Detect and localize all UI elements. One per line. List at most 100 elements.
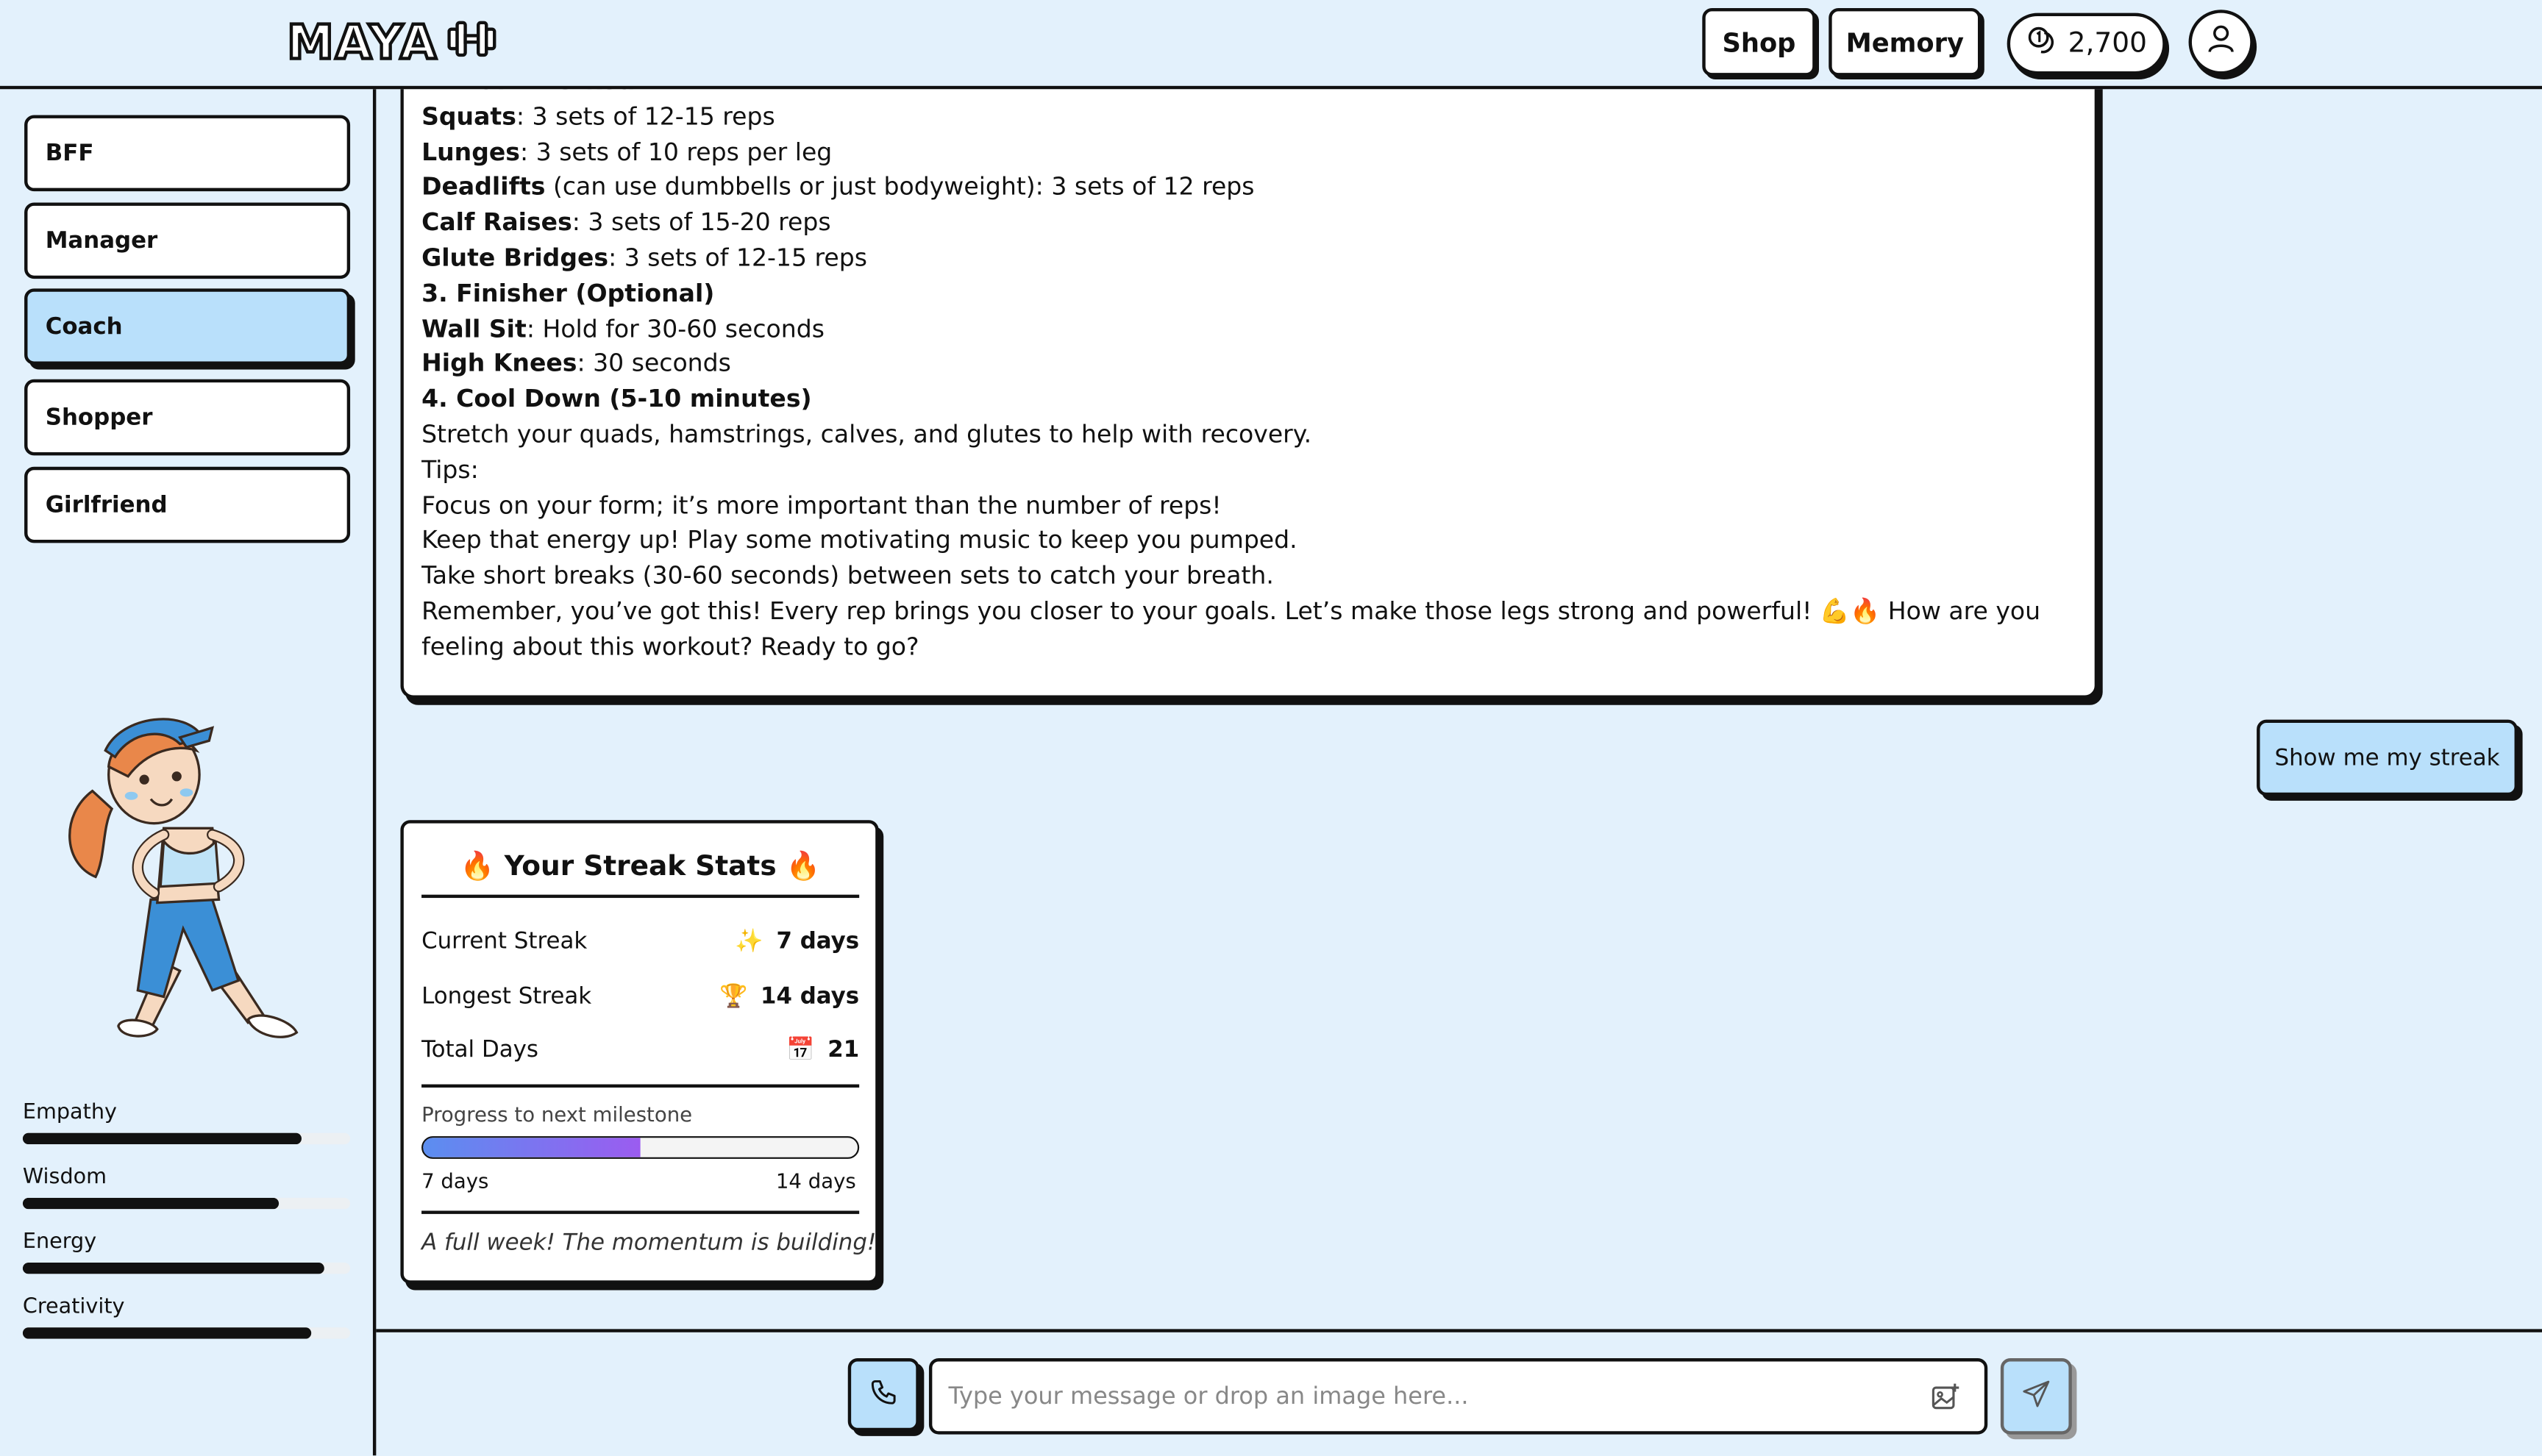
fire-icon: 🔥 <box>786 851 821 884</box>
phone-icon <box>869 1377 898 1412</box>
message-line-bold: High Knees <box>421 349 577 379</box>
stat-label: Wisdom <box>22 1165 107 1190</box>
memory-button[interactable]: Memory <box>1829 8 1982 76</box>
streak-title: 🔥 Your Streak Stats 🔥 <box>421 840 860 899</box>
persona-manager[interactable]: Manager <box>24 202 351 279</box>
coin-count: 2,700 <box>2068 27 2147 60</box>
user-icon <box>2205 23 2237 62</box>
total-days-row: Total Days 📅 21 <box>421 1032 859 1068</box>
logo-text: MAYA <box>285 14 438 70</box>
message-line-text: : 3 sets of 12-15 reps <box>608 243 867 273</box>
coin-balance[interactable]: 2,700 <box>2007 13 2166 75</box>
shop-button[interactable]: Shop <box>1702 8 1816 76</box>
message-input-wrapper <box>928 1358 1988 1435</box>
message-line: Calf Raises: 3 sets of 15-20 reps <box>421 206 2083 241</box>
message-line: Stretch your quads, hamstrings, calves, … <box>421 418 2083 454</box>
top-header: MAYA Shop Memory 2,700 <box>0 0 2542 90</box>
row-value: 14 days <box>761 983 860 1010</box>
stat-bar-fill <box>22 1262 324 1274</box>
row-value: 21 <box>827 1037 860 1063</box>
message-line-bold: Squats <box>421 101 516 132</box>
message-line: Deadlifts (can use dumbbells or just bod… <box>421 171 2083 206</box>
progress-label: Progress to next milestone <box>421 1102 693 1127</box>
stat-creativity: Creativity <box>22 1295 351 1339</box>
divider <box>421 1084 860 1088</box>
stat-bar-fill <box>22 1132 302 1145</box>
stat-wisdom: Wisdom <box>22 1165 351 1210</box>
message-line-text: Keep that energy up! Play some motivatin… <box>421 525 1297 555</box>
message-line-bold: Glute Bridges <box>421 243 609 273</box>
streak-title-text: Your Streak Stats <box>504 851 777 884</box>
persona-girlfriend[interactable]: Girlfriend <box>24 466 351 543</box>
persona-coach[interactable]: Coach <box>24 288 351 365</box>
stat-label: Creativity <box>22 1295 125 1320</box>
longest-streak-row: Longest Streak 🏆 14 days <box>421 979 859 1014</box>
persona-shopper[interactable]: Shopper <box>24 379 351 456</box>
message-line-text: Stretch your quads, hamstrings, calves, … <box>421 419 1312 449</box>
stat-label: Energy <box>22 1230 97 1255</box>
send-icon <box>2022 1379 2051 1414</box>
fire-icon: 🔥 <box>460 851 495 884</box>
assistant-message-text: 2. Main Workout Squats: 3 sets of 12-15 … <box>421 73 2083 665</box>
trophy-icon: 🏆 <box>719 983 748 1010</box>
message-line: Wall Sit: Hold for 30-60 seconds <box>421 312 2083 347</box>
stat-bar <box>22 1327 351 1339</box>
progress-min-label: 7 days <box>421 1168 489 1193</box>
calendar-icon: 📅 <box>786 1037 815 1063</box>
message-line-bold: Deadlifts <box>421 172 546 202</box>
call-button[interactable] <box>847 1358 919 1432</box>
message-line: Glute Bridges: 3 sets of 12-15 reps <box>421 241 2083 276</box>
message-line-text: : Hold for 30-60 seconds <box>526 313 825 343</box>
message-line-text: : 3 sets of 10 reps per leg <box>519 137 833 167</box>
row-label: Current Streak <box>421 928 588 955</box>
assistant-message: 2. Main Workout Squats: 3 sets of 12-15 … <box>400 73 2098 699</box>
message-line: Lunges: 3 sets of 10 reps per leg <box>421 135 2083 171</box>
message-line: Keep that energy up! Play some motivatin… <box>421 524 2083 560</box>
streak-note: A full week! The momentum is building! <box>421 1230 877 1257</box>
message-line: Focus on your form; it’s more important … <box>421 489 2083 524</box>
persona-bff[interactable]: BFF <box>24 115 351 192</box>
message-input[interactable] <box>948 1361 1905 1432</box>
current-streak-row: Current Streak ✨ 7 days <box>421 924 859 959</box>
stat-bar <box>22 1132 351 1145</box>
dumbbell-icon <box>447 19 496 65</box>
message-line-text: (can use dumbbells or just bodyweight): … <box>545 172 1255 202</box>
stat-label: Empathy <box>22 1100 118 1125</box>
sparkles-icon: ✨ <box>735 928 763 955</box>
milestone-progress-bar <box>421 1136 860 1159</box>
message-line: Squats: 3 sets of 12-15 reps <box>421 100 2083 135</box>
message-line-text: : 3 sets of 15-20 reps <box>572 207 831 238</box>
send-button[interactable] <box>2000 1358 2072 1435</box>
row-label: Total Days <box>421 1037 538 1063</box>
milestone-progress-fill <box>423 1138 641 1157</box>
stat-bar <box>22 1262 351 1274</box>
logo[interactable]: MAYA <box>285 14 496 70</box>
message-line-text: Tips: <box>421 454 479 485</box>
streak-stats-card: 🔥 Your Streak Stats 🔥 Current Streak ✨ 7 … <box>400 820 879 1284</box>
message-line: Remember, you’ve got this! Every rep bri… <box>421 595 2083 665</box>
row-label: Longest Streak <box>421 983 592 1010</box>
message-line-text: Remember, you’ve got this! Every rep bri… <box>421 596 2041 661</box>
image-add-icon[interactable] <box>1929 1381 1962 1413</box>
coach-mascot-illustration <box>57 702 308 1058</box>
composer-bar <box>376 1329 2542 1455</box>
message-line-bold: 4. Cool Down (5-10 minutes) <box>421 384 812 414</box>
stat-bar <box>22 1197 351 1210</box>
progress-max-label: 14 days <box>775 1168 856 1193</box>
message-line-text: : 3 sets of 12-15 reps <box>516 101 775 132</box>
message-line: High Knees: 30 seconds <box>421 348 2083 383</box>
sidebar: BFF Manager Coach Shopper Girlfriend Emp… <box>0 89 377 1456</box>
message-line-bold: Lunges <box>421 137 520 167</box>
message-line-text: Focus on your form; it’s more important … <box>421 490 1222 520</box>
message-line: Take short breaks (30-60 seconds) betwee… <box>421 560 2083 595</box>
profile-button[interactable] <box>2188 10 2254 75</box>
stat-bar-fill <box>22 1327 311 1339</box>
message-line: 3. Finisher (Optional) <box>421 276 2083 312</box>
message-line-text: : 30 seconds <box>577 349 731 379</box>
coins-icon <box>2026 24 2058 64</box>
row-value: 7 days <box>776 928 860 955</box>
stat-bar-fill <box>22 1197 279 1210</box>
message-line: 4. Cool Down (5-10 minutes) <box>421 383 2083 418</box>
message-line-bold: 3. Finisher (Optional) <box>421 278 715 308</box>
app-root: MAYA Shop Memory 2,700 BFF Manager Coach… <box>0 0 2542 1456</box>
